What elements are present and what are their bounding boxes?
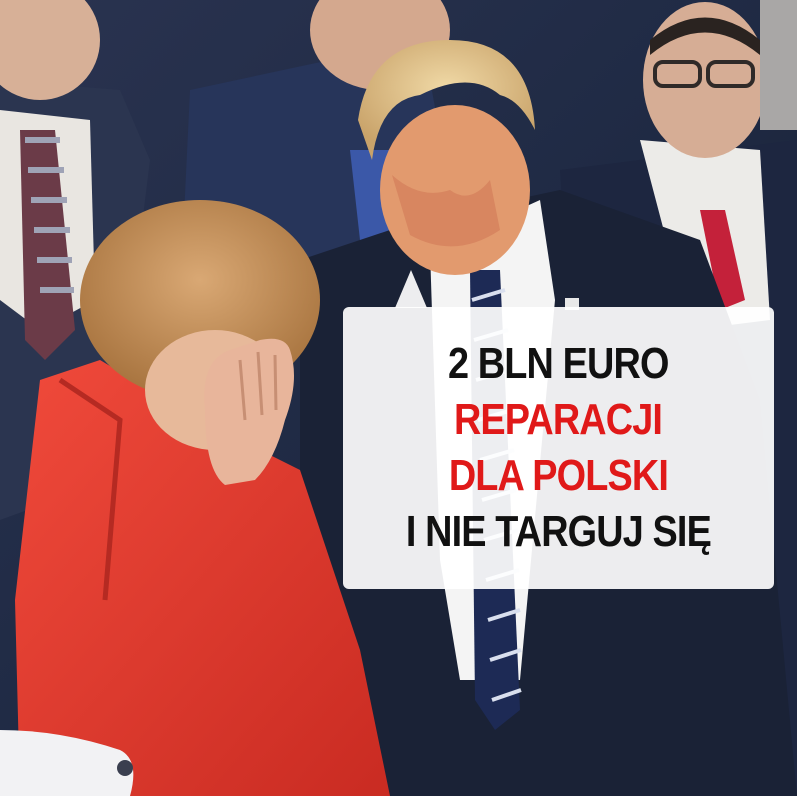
caption-line-4: I NIE TARGUJ SIĘ — [405, 507, 712, 556]
caption-line-2: REPARACJI — [454, 395, 663, 444]
caption-line-3: DLA POLSKI — [448, 451, 669, 500]
caption-line-1: 2 BLN EURO — [448, 339, 669, 388]
chair-button — [117, 760, 133, 776]
speech-bubble-tail — [395, 270, 427, 308]
speech-bubble: 2 BLN EURO REPARACJI DLA POLSKI I NIE TA… — [343, 307, 774, 589]
meme-image: 2 BLN EURO REPARACJI DLA POLSKI I NIE TA… — [0, 0, 797, 796]
